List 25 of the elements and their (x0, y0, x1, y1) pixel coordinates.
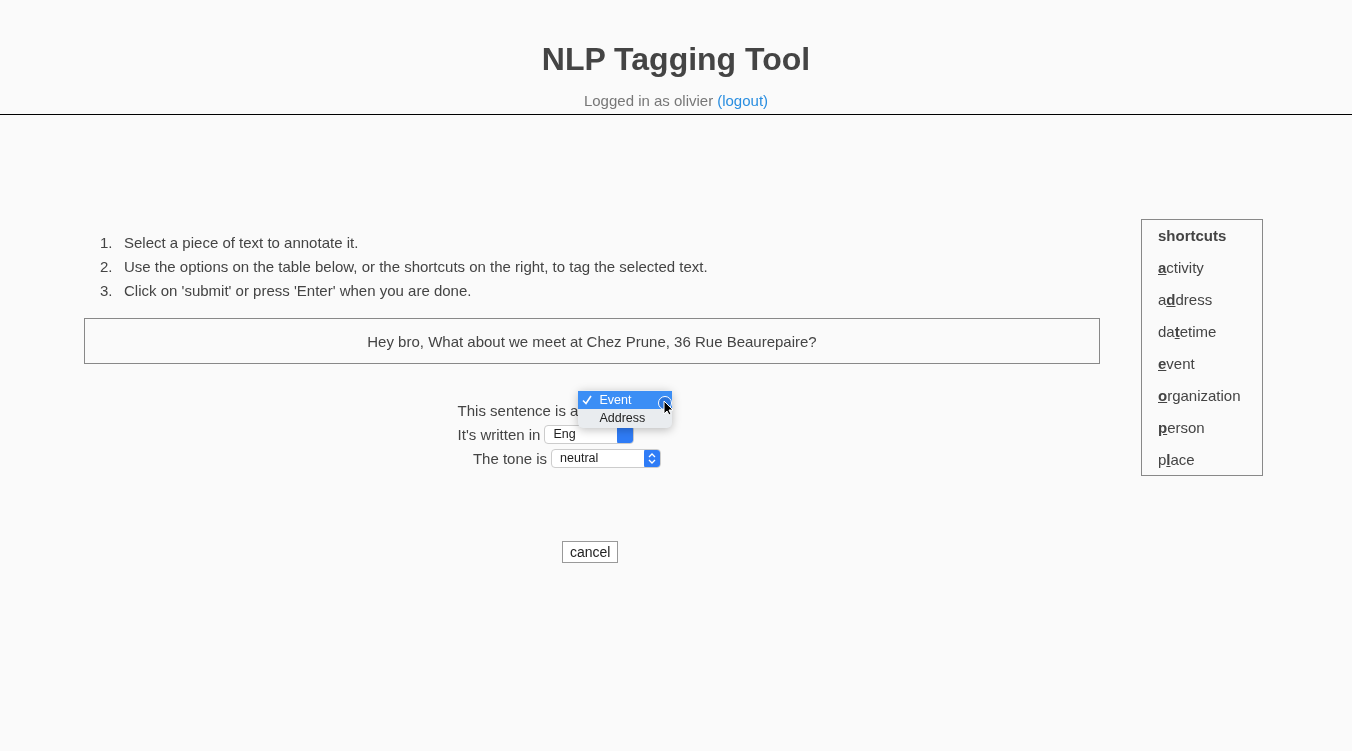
shortcuts-title: shortcuts (1158, 226, 1228, 246)
type-label: This sentence is a (457, 401, 579, 419)
instruction-step: Use the options on the table below, or the shortcuts on the right, to tag the selected text. (124, 255, 708, 279)
shortcut-item[interactable]: person (1158, 418, 1262, 450)
shortcut-item[interactable]: event (1158, 354, 1262, 386)
shortcut-item[interactable]: address (1158, 290, 1262, 322)
tone-select[interactable]: neutral (551, 448, 662, 468)
shortcut-item[interactable]: organization (1158, 386, 1262, 418)
shortcut-item[interactable]: place (1158, 450, 1262, 482)
shortcut-item[interactable]: activity (1158, 258, 1262, 290)
checkmark-icon (582, 395, 593, 405)
login-status: Logged in as olivier (583, 92, 714, 109)
instruction-step: Select a piece of text to annotate it. (124, 231, 359, 255)
dropdown-option[interactable]: Address (578, 409, 673, 427)
instruction-step: Click on 'submit' or press 'Enter' when you are done. (124, 279, 472, 303)
cursor-icon (658, 396, 675, 416)
language-label: It's written in (457, 425, 541, 443)
step-number: 3. (100, 281, 114, 301)
step-number: 1. (100, 233, 114, 253)
shortcut-item[interactable]: datetime (1158, 322, 1262, 354)
page-title: NLP Tagging Tool (540, 40, 812, 78)
sentence-box[interactable]: Hey bro, What about we meet at Chez Prune, 36 Rue Beaurepaire? (84, 318, 1100, 364)
step-number: 2. (100, 257, 114, 277)
cancel-button[interactable]: cancel (562, 541, 619, 563)
tone-label: The tone is (472, 449, 548, 467)
